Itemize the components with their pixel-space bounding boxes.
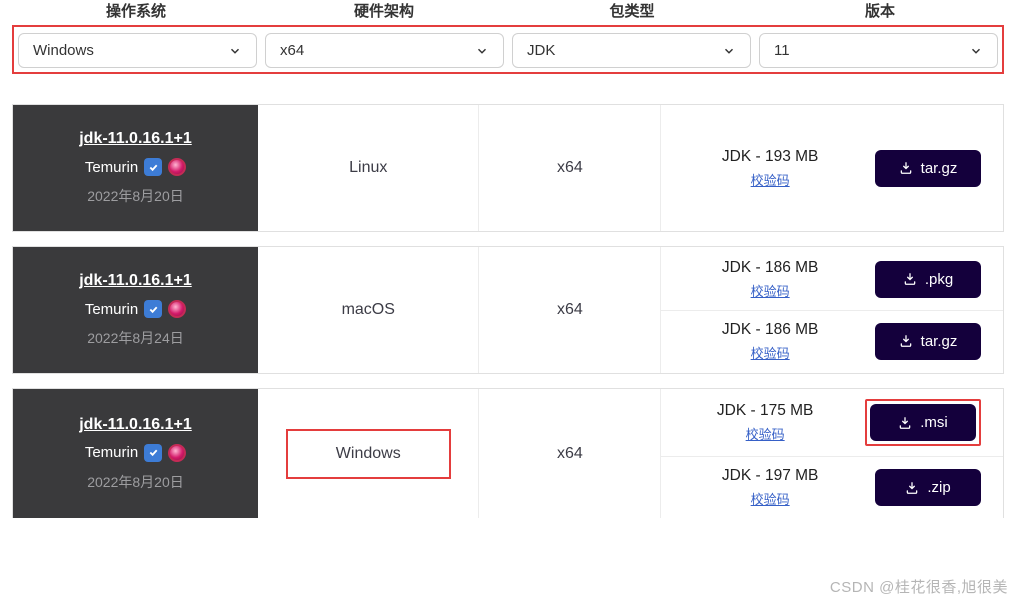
filter-label-arch: 硬件架构 bbox=[260, 0, 508, 25]
download-button[interactable]: .pkg bbox=[875, 261, 981, 298]
pkg-select-value: JDK bbox=[527, 42, 555, 59]
os-highlight-box: Windows bbox=[286, 429, 451, 479]
vendor-line: Temurin bbox=[85, 444, 186, 462]
arch-select[interactable]: x64 bbox=[265, 33, 504, 68]
aqavit-badge-icon bbox=[168, 158, 186, 176]
download-icon bbox=[899, 334, 913, 348]
chevron-down-icon bbox=[475, 44, 489, 58]
checksum-link[interactable]: 校验码 bbox=[746, 424, 785, 443]
download-icon bbox=[905, 481, 919, 495]
checksum-link[interactable]: 校验码 bbox=[751, 489, 790, 508]
version-link[interactable]: jdk-11.0.16.1+1 bbox=[79, 416, 192, 434]
downloads-cell: JDK - 186 MB 校验码 .pkg JDK - 186 MB 校验码 t… bbox=[661, 247, 1003, 373]
chevron-down-icon bbox=[969, 44, 983, 58]
os-cell: Windows bbox=[258, 389, 479, 518]
release-info-cell: jdk-11.0.16.1+1 Temurin 2022年8月20日 bbox=[13, 389, 258, 518]
chevron-down-icon bbox=[228, 44, 242, 58]
version-select-value: 11 bbox=[774, 42, 790, 59]
filter-label-os: 操作系统 bbox=[12, 0, 260, 25]
checksum-link[interactable]: 校验码 bbox=[751, 343, 790, 362]
os-select[interactable]: Windows bbox=[18, 33, 257, 68]
arch-cell: x64 bbox=[479, 105, 661, 231]
verified-badge-icon bbox=[144, 158, 162, 176]
version-link[interactable]: jdk-11.0.16.1+1 bbox=[79, 130, 192, 148]
size-label: JDK - 175 MB bbox=[717, 402, 813, 420]
os-cell: Linux bbox=[258, 105, 479, 231]
download-button[interactable]: tar.gz bbox=[875, 150, 981, 187]
release-date: 2022年8月20日 bbox=[87, 186, 184, 206]
os-select-value: Windows bbox=[33, 42, 94, 59]
size-label: JDK - 197 MB bbox=[722, 467, 818, 485]
watermark: CSDN @桂花很香,旭很美 bbox=[830, 576, 1008, 597]
filter-label-ver: 版本 bbox=[756, 0, 1004, 25]
release-info-cell: jdk-11.0.16.1+1 Temurin 2022年8月24日 bbox=[13, 247, 258, 373]
os-cell: macOS bbox=[258, 247, 479, 373]
download-button[interactable]: .msi bbox=[870, 404, 976, 441]
vendor-name: Temurin bbox=[85, 301, 138, 318]
checksum-link[interactable]: 校验码 bbox=[751, 170, 790, 189]
size-label: JDK - 186 MB bbox=[722, 259, 818, 277]
arch-cell: x64 bbox=[479, 247, 661, 373]
vendor-line: Temurin bbox=[85, 300, 186, 318]
download-icon bbox=[903, 272, 917, 286]
filter-label-pkg: 包类型 bbox=[508, 0, 756, 25]
table-row: jdk-11.0.16.1+1 Temurin 2022年8月20日 Linux… bbox=[12, 104, 1004, 232]
filters-highlight-box: Windows x64 JDK 11 bbox=[12, 25, 1004, 74]
table-row: jdk-11.0.16.1+1 Temurin 2022年8月24日 macOS… bbox=[12, 246, 1004, 374]
release-date: 2022年8月24日 bbox=[87, 328, 184, 348]
arch-cell: x64 bbox=[479, 389, 661, 518]
download-button[interactable]: .zip bbox=[875, 469, 981, 506]
checksum-link[interactable]: 校验码 bbox=[751, 281, 790, 300]
download-highlight-box: .msi bbox=[865, 399, 981, 446]
version-link[interactable]: jdk-11.0.16.1+1 bbox=[79, 272, 192, 290]
download-icon bbox=[899, 161, 913, 175]
arch-select-value: x64 bbox=[280, 42, 304, 59]
size-label: JDK - 193 MB bbox=[722, 148, 818, 166]
aqavit-badge-icon bbox=[168, 444, 186, 462]
size-label: JDK - 186 MB bbox=[722, 321, 818, 339]
vendor-line: Temurin bbox=[85, 158, 186, 176]
verified-badge-icon bbox=[144, 300, 162, 318]
aqavit-badge-icon bbox=[168, 300, 186, 318]
table-row: jdk-11.0.16.1+1 Temurin 2022年8月20日 Windo… bbox=[12, 388, 1004, 518]
verified-badge-icon bbox=[144, 444, 162, 462]
pkg-select[interactable]: JDK bbox=[512, 33, 751, 68]
vendor-name: Temurin bbox=[85, 444, 138, 461]
downloads-cell: JDK - 175 MB 校验码 .msi JDK - 197 MB 校验码 .… bbox=[661, 389, 1003, 518]
release-info-cell: jdk-11.0.16.1+1 Temurin 2022年8月20日 bbox=[13, 105, 258, 231]
version-select[interactable]: 11 bbox=[759, 33, 998, 68]
download-button[interactable]: tar.gz bbox=[875, 323, 981, 360]
downloads-cell: JDK - 193 MB 校验码 tar.gz bbox=[661, 105, 1003, 231]
download-icon bbox=[898, 416, 912, 430]
release-date: 2022年8月20日 bbox=[87, 472, 184, 492]
chevron-down-icon bbox=[722, 44, 736, 58]
vendor-name: Temurin bbox=[85, 159, 138, 176]
